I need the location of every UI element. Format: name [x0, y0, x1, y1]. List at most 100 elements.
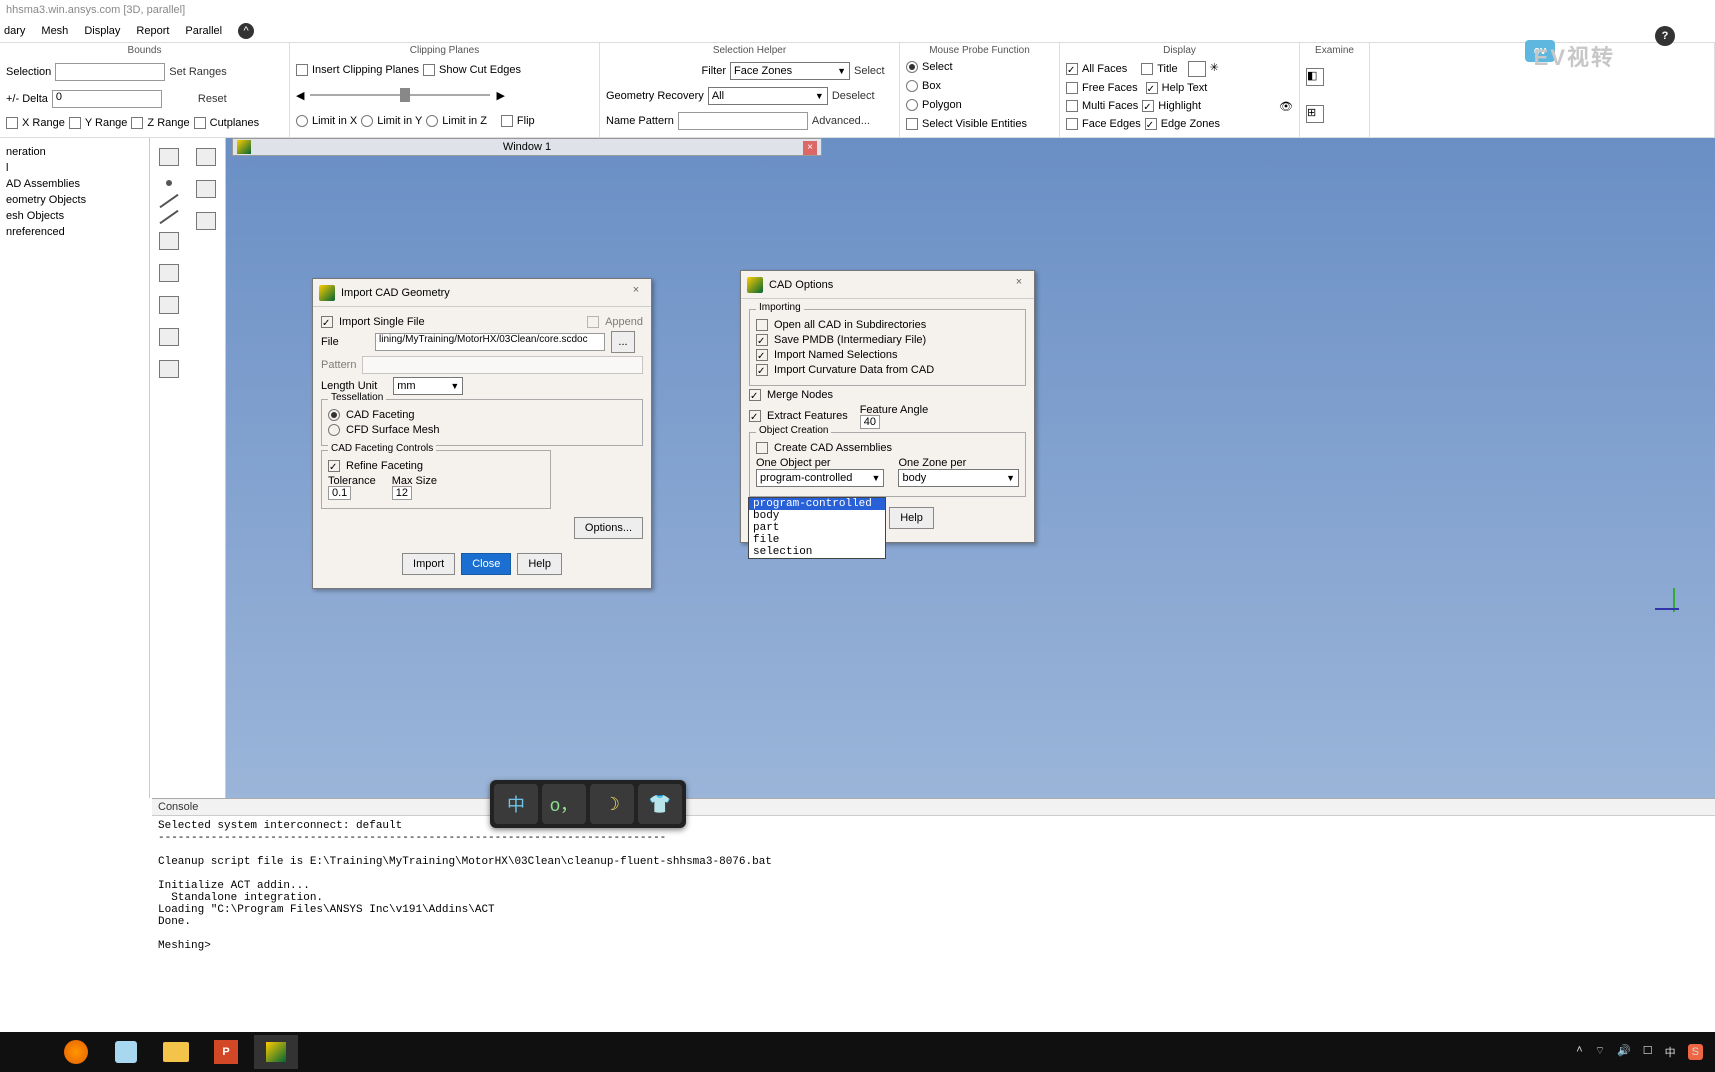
tool-icon[interactable]: [159, 360, 179, 378]
dropdown-option[interactable]: file: [749, 534, 885, 546]
volume-icon[interactable]: 🔊: [1617, 1044, 1631, 1060]
one-zone-dropdown[interactable]: body▼: [898, 469, 1019, 487]
dropdown-option[interactable]: part: [749, 522, 885, 534]
probe-select-radio[interactable]: [906, 61, 918, 73]
create-assemblies-checkbox[interactable]: [756, 442, 768, 454]
viewport-tab[interactable]: Window 1 ×: [232, 138, 822, 156]
limitx-radio[interactable]: [296, 115, 308, 127]
tree-item[interactable]: l: [2, 160, 147, 176]
dropdown-option[interactable]: program-controlled: [749, 498, 885, 510]
delta-input[interactable]: 0: [52, 90, 162, 108]
edge-zones-checkbox[interactable]: [1145, 118, 1157, 130]
firefox-icon[interactable]: [54, 1035, 98, 1069]
set-ranges-button[interactable]: Set Ranges: [169, 66, 226, 78]
merge-nodes-checkbox[interactable]: [749, 389, 761, 401]
show-cut-checkbox[interactable]: [423, 64, 435, 76]
refine-checkbox[interactable]: [328, 460, 340, 472]
recovery-dropdown[interactable]: All▼: [708, 87, 828, 105]
tray-icon[interactable]: 中: [1665, 1044, 1676, 1060]
save-pmdb-checkbox[interactable]: [756, 334, 768, 346]
file-input[interactable]: lining/MyTraining/MotorHX/03Clean/core.s…: [375, 333, 605, 351]
max-size-input[interactable]: 12: [392, 486, 412, 500]
ime-skin-icon[interactable]: 👕: [638, 784, 682, 824]
import-curv-checkbox[interactable]: [756, 364, 768, 376]
probe-visible-checkbox[interactable]: [906, 118, 918, 130]
close-icon[interactable]: ×: [1010, 276, 1028, 294]
explorer-icon[interactable]: [154, 1035, 198, 1069]
tool-icon[interactable]: [196, 180, 216, 198]
yrange-checkbox[interactable]: [69, 117, 81, 129]
selection-input[interactable]: [55, 63, 165, 81]
face-edges-checkbox[interactable]: [1066, 118, 1078, 130]
tray-up-icon[interactable]: ˄: [1576, 1044, 1582, 1060]
taskbar[interactable]: P ˄ ⌔ 🔊 ☐ 中 S: [0, 1032, 1715, 1072]
menu-display[interactable]: Display: [84, 25, 120, 37]
slider-right-icon[interactable]: ▶: [496, 89, 504, 102]
tool-icon[interactable]: [196, 212, 216, 230]
append-checkbox[interactable]: [587, 316, 599, 328]
dialog-titlebar[interactable]: CAD Options ×: [741, 271, 1034, 299]
tool-icon[interactable]: [159, 210, 178, 224]
examine-icon-1[interactable]: ◧: [1306, 68, 1324, 86]
cube-icon[interactable]: [1188, 61, 1206, 77]
system-tray[interactable]: ˄ ⌔ 🔊 ☐ 中 S: [1576, 1044, 1711, 1060]
limitz-radio[interactable]: [426, 115, 438, 127]
help-text-checkbox[interactable]: [1146, 82, 1158, 94]
open-all-checkbox[interactable]: [756, 319, 768, 331]
clip-slider[interactable]: [310, 94, 490, 96]
tool-icon[interactable]: [159, 264, 179, 282]
collapse-icon[interactable]: ^: [238, 23, 254, 39]
tool-icon[interactable]: [159, 328, 179, 346]
close-button[interactable]: Close: [461, 553, 511, 575]
limity-radio[interactable]: [361, 115, 373, 127]
probe-box-radio[interactable]: [906, 80, 918, 92]
options-button[interactable]: Options...: [574, 517, 643, 539]
examine-icon-2[interactable]: ⊞: [1306, 105, 1324, 123]
menu-report[interactable]: Report: [136, 25, 169, 37]
help-button[interactable]: Help: [517, 553, 562, 575]
menu-boundary[interactable]: dary: [4, 25, 25, 37]
help-icon[interactable]: ?: [1655, 26, 1675, 46]
highlight-checkbox[interactable]: [1142, 100, 1154, 112]
menu-mesh[interactable]: Mesh: [41, 25, 68, 37]
ime-moon-icon[interactable]: ☽: [590, 784, 634, 824]
fluent-icon[interactable]: [254, 1035, 298, 1069]
deselect-button[interactable]: Deselect: [832, 90, 875, 102]
tool-icon[interactable]: [166, 180, 172, 186]
dropdown-option[interactable]: selection: [749, 546, 885, 558]
unit-dropdown[interactable]: mm▼: [393, 377, 463, 395]
ime-chinese-icon[interactable]: 中: [494, 784, 538, 824]
select-button[interactable]: Select: [854, 65, 885, 77]
tool-icon[interactable]: [159, 194, 178, 208]
tool-icon[interactable]: [159, 232, 179, 250]
dropdown-option[interactable]: body: [749, 510, 885, 522]
free-faces-checkbox[interactable]: [1066, 82, 1078, 94]
tree-item[interactable]: esh Objects: [2, 208, 147, 224]
extract-feat-checkbox[interactable]: [749, 410, 761, 422]
insert-clip-checkbox[interactable]: [296, 64, 308, 76]
tray-icon[interactable]: ☐: [1643, 1044, 1653, 1060]
import-button[interactable]: Import: [402, 553, 455, 575]
import-single-checkbox[interactable]: [321, 316, 333, 328]
one-obj-dropdown-list[interactable]: program-controlled body part file select…: [748, 497, 886, 559]
wifi-icon[interactable]: ⌔: [1595, 1044, 1605, 1060]
browse-button[interactable]: ...: [611, 331, 635, 353]
tree-item[interactable]: AD Assemblies: [2, 176, 147, 192]
help-button[interactable]: Help: [889, 507, 934, 529]
import-ns-checkbox[interactable]: [756, 349, 768, 361]
tray-icon[interactable]: S: [1688, 1044, 1703, 1060]
tolerance-input[interactable]: 0.1: [328, 486, 351, 500]
ime-punct-icon[interactable]: o，: [542, 784, 586, 824]
filter-dropdown[interactable]: Face Zones▼: [730, 62, 850, 80]
advanced-button[interactable]: Advanced...: [812, 115, 870, 127]
tree-item[interactable]: nreferenced: [2, 224, 147, 240]
xrange-checkbox[interactable]: [6, 117, 18, 129]
multi-faces-checkbox[interactable]: [1066, 100, 1078, 112]
tree-item[interactable]: eometry Objects: [2, 192, 147, 208]
console-output[interactable]: Selected system interconnect: default --…: [152, 816, 1715, 956]
cutplanes-checkbox[interactable]: [194, 117, 206, 129]
tool-icon[interactable]: [159, 296, 179, 314]
eye-icon[interactable]: 👁: [1279, 100, 1293, 113]
slider-left-icon[interactable]: ◀: [296, 89, 304, 102]
cfd-surface-radio[interactable]: [328, 424, 340, 436]
